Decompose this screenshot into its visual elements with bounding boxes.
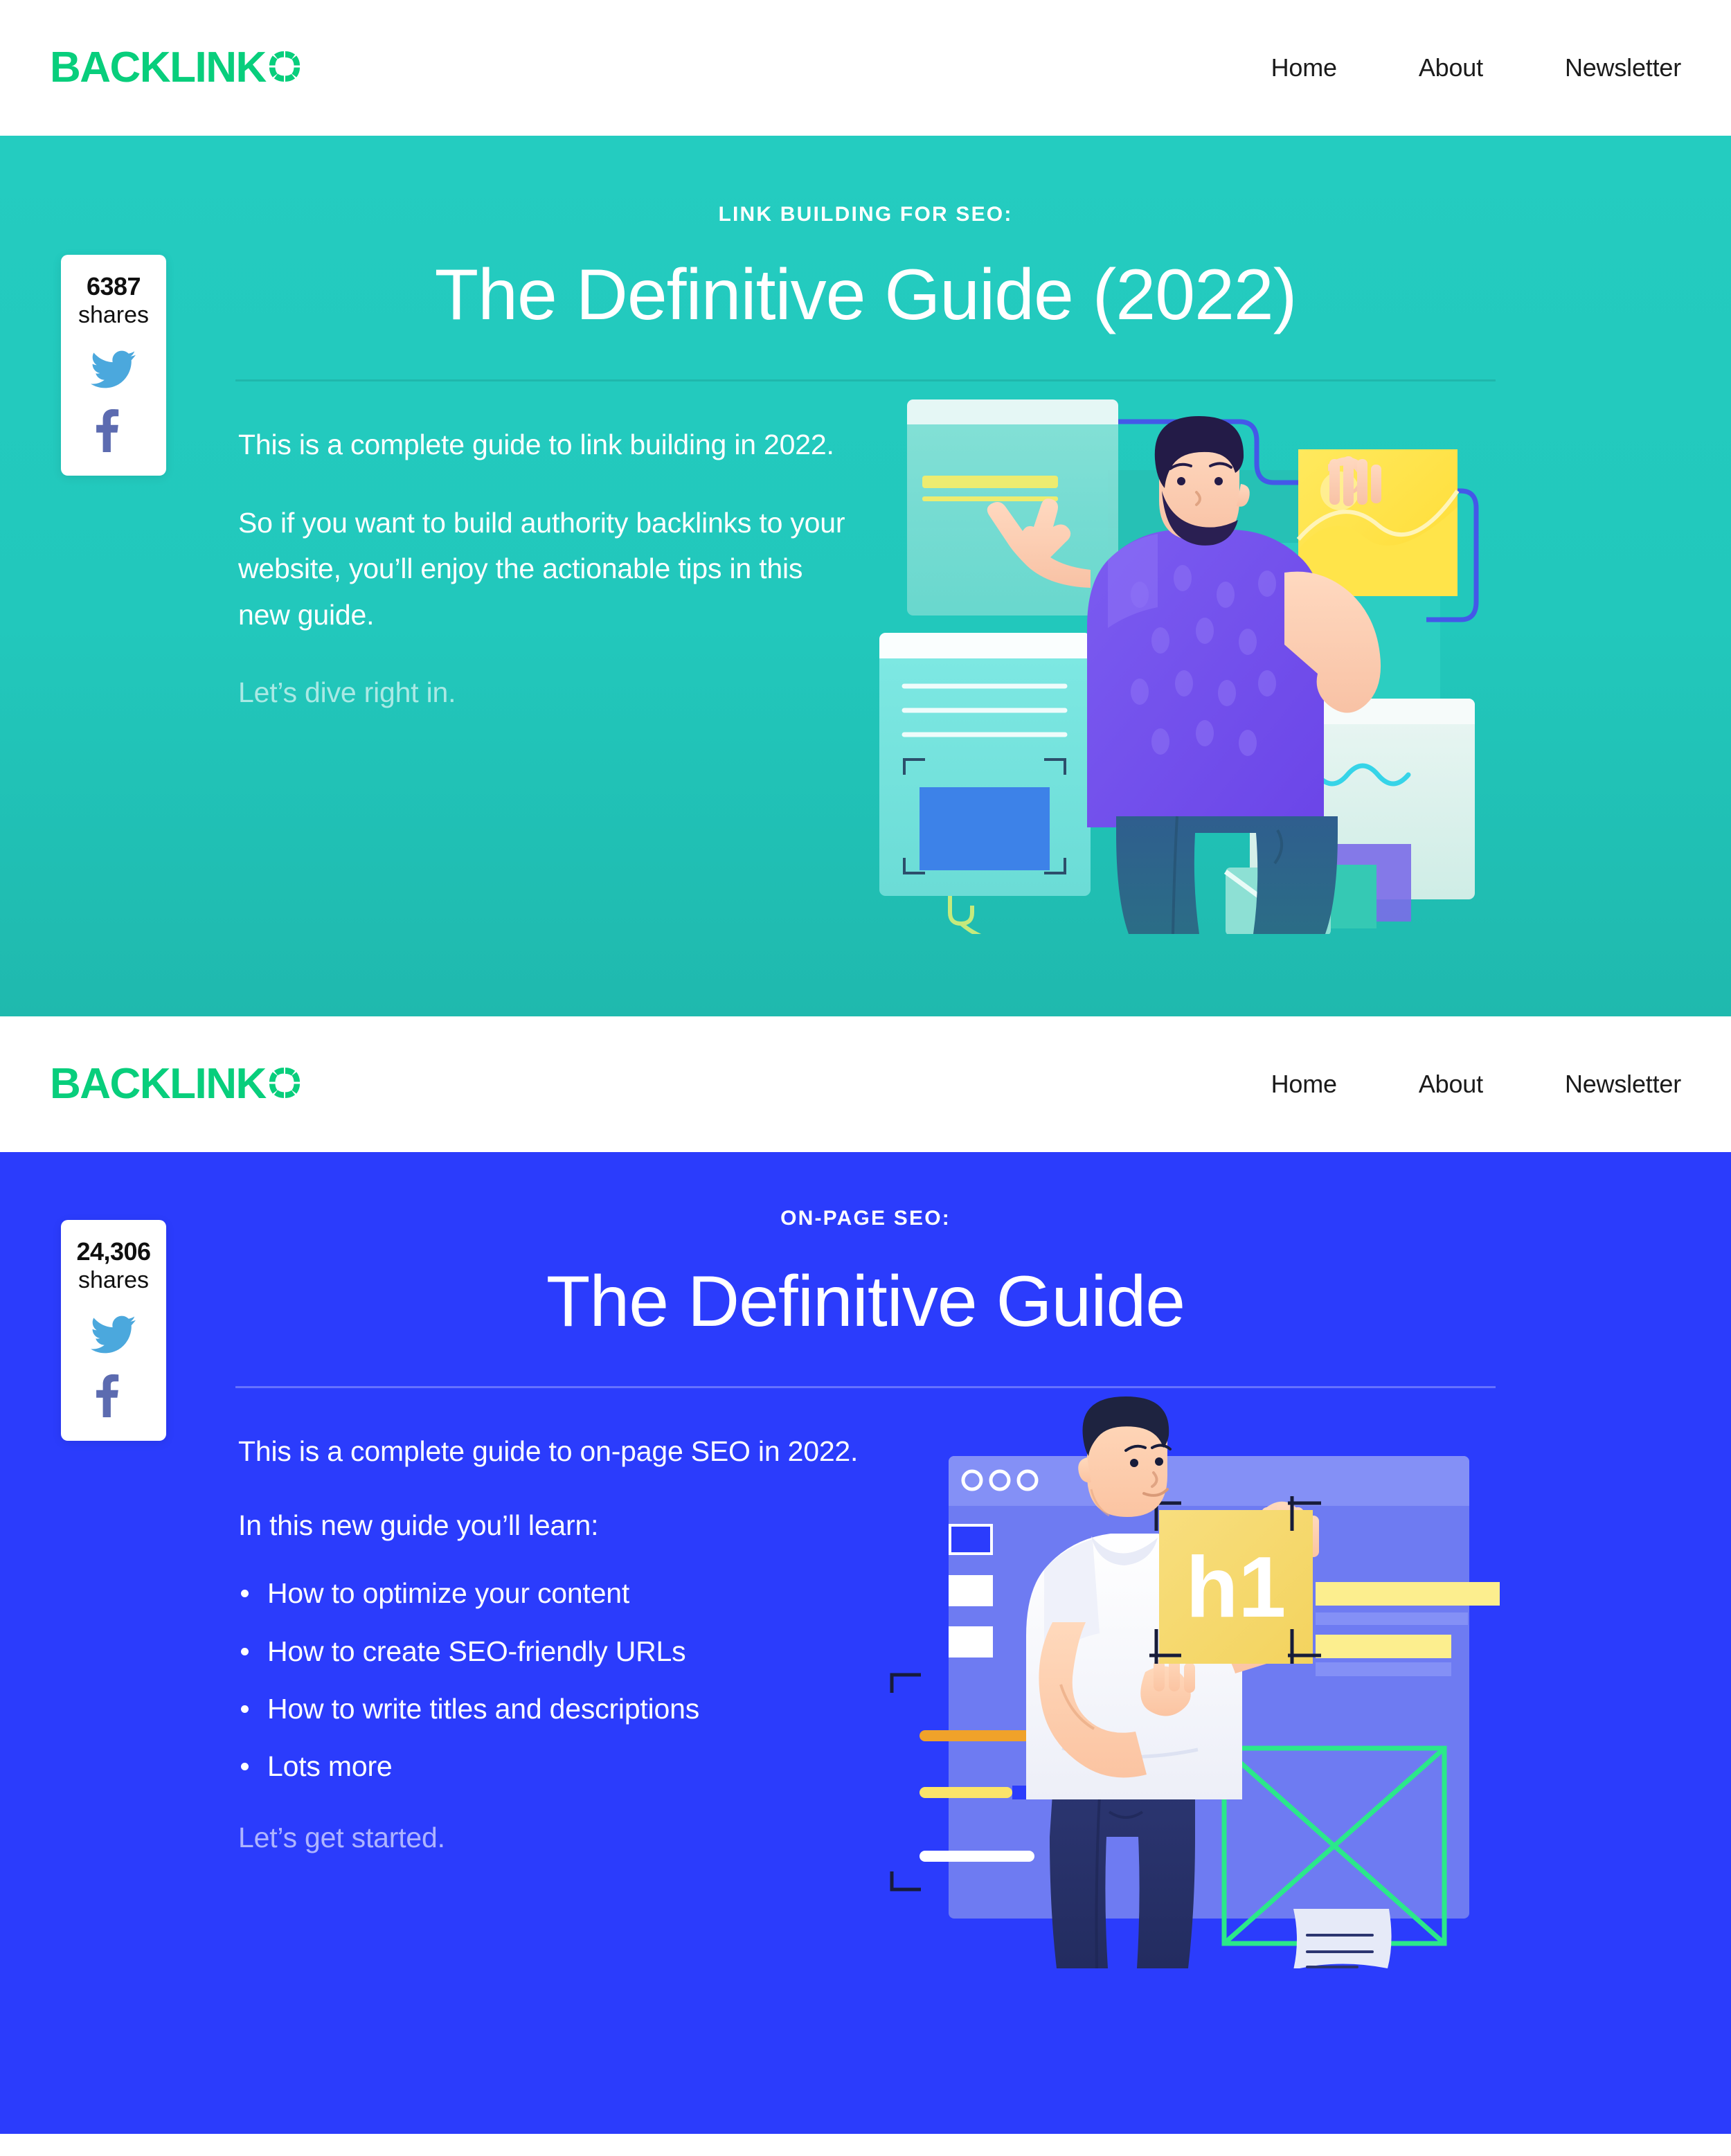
hero-copy: This is a complete guide to on-page SEO … [235, 1428, 859, 1888]
page-root: BACKLINK Home About Newsletter 6387 shar… [0, 0, 1731, 2134]
segmented-circle-icon [267, 1066, 303, 1102]
main-navigation: Home About Newsletter [1271, 1063, 1682, 1106]
twitter-bird-icon[interactable] [91, 348, 136, 391]
share-icon-group [68, 1313, 159, 1418]
list-item: How to optimize your content [238, 1576, 859, 1611]
share-icon-group [68, 348, 159, 453]
nav-item-newsletter[interactable]: Newsletter [1565, 46, 1681, 89]
logo-link[interactable]: BACKLINK [50, 1063, 303, 1106]
share-label: shares [78, 1267, 150, 1294]
man-holding-h1-card-illustration: h1 [859, 1394, 1516, 1969]
nav-item-home[interactable]: Home [1271, 1063, 1337, 1106]
site-header-1: BACKLINK Home About Newsletter [0, 0, 1731, 136]
hero-body: This is a complete guide to on-page SEO … [235, 1396, 1500, 1969]
twitter-bird-icon[interactable] [91, 1313, 136, 1356]
logo-wordmark: BACKLINK [50, 44, 267, 91]
hero-closing-line: Let’s get started. [238, 1822, 445, 1854]
logo-link[interactable]: BACKLINK [50, 46, 303, 89]
share-widget-on-page-seo: 24,306 shares [61, 1220, 166, 1441]
logo-wordmark: BACKLINK [50, 1060, 267, 1108]
hero-link-building: 6387 shares LINK BUILDING FOR SEO: The D… [0, 136, 1731, 1016]
segmented-circle-icon [267, 50, 303, 86]
hero-paragraph: This is a complete guide to link buildin… [238, 429, 834, 461]
man-pointing-at-browser-windows-illustration [859, 387, 1503, 935]
nav-item-about[interactable]: About [1419, 1063, 1483, 1106]
site-header-2: BACKLINK Home About Newsletter [0, 1016, 1731, 1152]
nav-item-newsletter[interactable]: Newsletter [1565, 1063, 1681, 1106]
hero-divider [235, 379, 1496, 382]
list-item: How to write titles and descriptions [238, 1691, 859, 1727]
illustration-h1-label: h1 [1186, 1540, 1286, 1635]
hero-eyebrow: ON-PAGE SEO: [780, 1207, 951, 1230]
hero-divider [235, 1386, 1496, 1389]
hero-content-link-building: LINK BUILDING FOR SEO: The Definitive Gu… [235, 136, 1496, 935]
hero-eyebrow: LINK BUILDING FOR SEO: [718, 203, 1013, 226]
main-navigation: Home About Newsletter [1271, 46, 1682, 89]
list-item: How to create SEO-friendly URLs [238, 1634, 859, 1669]
list-item: Lots more [238, 1749, 859, 1784]
hero-content-on-page-seo: ON-PAGE SEO: The Definitive Guide This i… [235, 1152, 1500, 1969]
nav-item-home[interactable]: Home [1271, 46, 1337, 89]
share-label: shares [78, 302, 150, 329]
hero-closing-line: Let’s dive right in. [238, 676, 456, 709]
hero-bullet-list: How to optimize your content How to crea… [238, 1576, 859, 1784]
hero-title: The Definitive Guide [546, 1261, 1185, 1342]
share-count: 24,306 [76, 1237, 151, 1266]
nav-item-about[interactable]: About [1419, 46, 1483, 89]
hero-on-page-seo: 24,306 shares ON-PAGE SEO: The Definitiv… [0, 1152, 1731, 2134]
share-widget-link-building: 6387 shares [61, 255, 166, 476]
facebook-f-icon[interactable] [91, 1374, 136, 1418]
hero-paragraph: In this new guide you’ll learn: [238, 1509, 599, 1541]
hero-title: The Definitive Guide (2022) [434, 255, 1298, 335]
hero-body: This is a complete guide to link buildin… [235, 399, 1496, 935]
share-count: 6387 [86, 272, 141, 300]
hero-paragraph: This is a complete guide to on-page SEO … [238, 1435, 859, 1468]
facebook-f-icon[interactable] [91, 409, 136, 453]
hero-paragraph: So if you want to build authority backli… [238, 506, 845, 631]
hero-copy: This is a complete guide to link buildin… [235, 422, 859, 715]
